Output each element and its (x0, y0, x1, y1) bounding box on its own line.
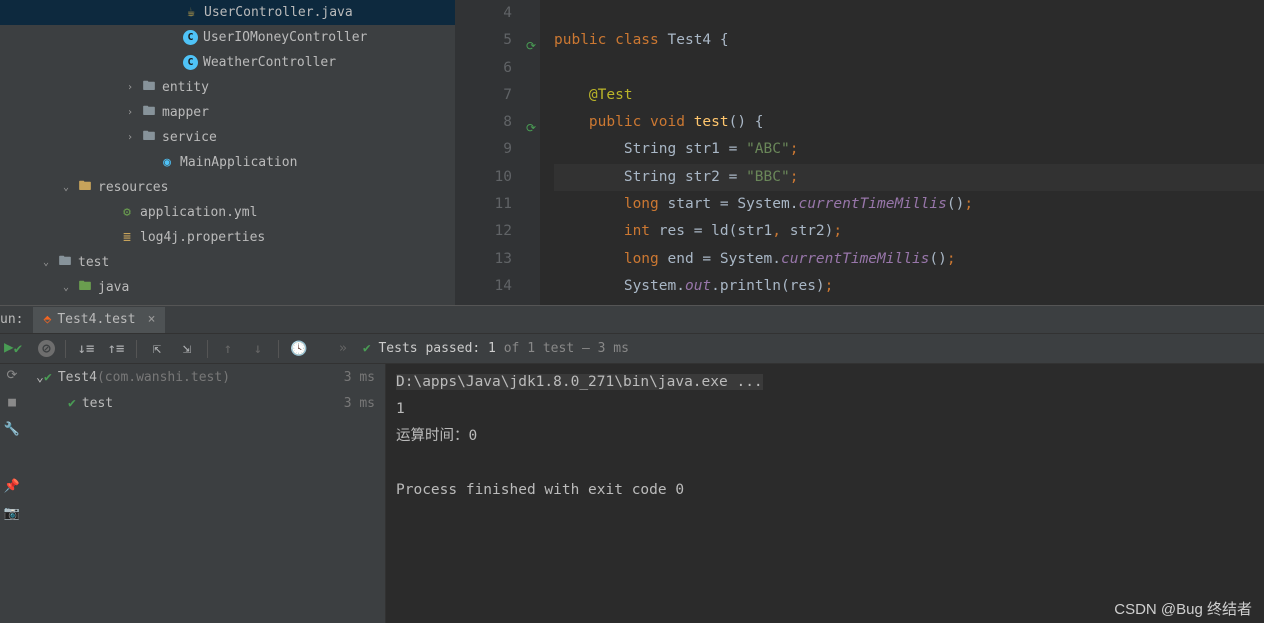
rerun-icon[interactable]: ⟳ (7, 368, 18, 383)
up-arrow-icon[interactable]: ↑ (218, 339, 238, 359)
tree-label: java (98, 280, 129, 295)
chevron-icon: › (124, 132, 136, 143)
sort-up-icon[interactable]: ↑≡ (106, 339, 126, 359)
tree-item[interactable]: ›🖿service (0, 125, 455, 150)
chevron-icon: ⌄ (60, 182, 72, 193)
down-arrow-icon[interactable]: ↓ (248, 339, 268, 359)
tree-item[interactable]: CWeatherController (0, 50, 455, 75)
collapse-icon[interactable]: ⇱ (147, 339, 167, 359)
play-icon[interactable]: ▶ (4, 337, 14, 356)
sort-down-icon[interactable]: ↓≡ (76, 339, 96, 359)
run-tab[interactable]: ⬘ Test4.test × (33, 307, 165, 333)
tree-label: service (162, 130, 217, 145)
tree-item[interactable]: ›🖿entity (0, 75, 455, 100)
code-line[interactable]: public void test() { (554, 109, 1264, 136)
tree-item[interactable]: ◉MainApplication (0, 150, 455, 175)
test-tab-icon: ⬘ (43, 312, 51, 327)
code-line[interactable] (554, 55, 1264, 82)
tree-item[interactable]: ⚙application.yml (0, 200, 455, 225)
tree-item[interactable]: ⌄🖿resources (0, 175, 455, 200)
run-tab-label: Test4.test (57, 312, 135, 327)
history-icon[interactable]: 🕓 (289, 339, 309, 359)
pin-icon[interactable]: 📌 (4, 479, 20, 494)
tree-label: UserIOMoneyController (203, 30, 367, 45)
code-line[interactable] (554, 0, 1264, 27)
stop-icon[interactable]: ■ (8, 395, 16, 410)
test-row[interactable]: ✔test3 ms (24, 390, 385, 416)
tree-item[interactable]: ›🖿mapper (0, 100, 455, 125)
code-line[interactable]: @Test (554, 82, 1264, 109)
chevron-icon: ⌄ (60, 282, 72, 293)
tree-item[interactable]: ☕UserController.java (0, 0, 455, 25)
tree-label: MainApplication (180, 155, 297, 170)
code-line[interactable]: String str2 = "BBC"; (554, 164, 1264, 191)
tree-label: resources (98, 180, 168, 195)
tree-label: application.yml (140, 205, 257, 220)
tree-item[interactable]: ≣log4j.properties (0, 225, 455, 250)
code-line[interactable]: public class Test4 { (554, 27, 1264, 54)
run-panel: un: ⬘ Test4.test × ✔ ⊘ ↓≡ ↑≡ ⇱ ⇲ ↑ ↓ 🕓 »… (0, 305, 1264, 623)
code-line[interactable]: System.out.println(res); (554, 273, 1264, 300)
code-line[interactable]: String str1 = "ABC"; (554, 136, 1264, 163)
tree-label: UserController.java (204, 5, 353, 20)
code-editor[interactable]: 45⟳678⟳91011121314 public class Test4 { … (455, 0, 1264, 305)
code-line[interactable]: long end = System.currentTimeMillis(); (554, 246, 1264, 273)
run-toolbar: ✔ ⊘ ↓≡ ↑≡ ⇱ ⇲ ↑ ↓ 🕓 » ✔ Tests passed: 1 … (0, 334, 1264, 364)
chevron-icon: › (124, 82, 136, 93)
run-tool-label: un: (0, 312, 33, 327)
test-status: ✔ Tests passed: 1 of 1 test – 3 ms (363, 341, 629, 356)
close-icon[interactable]: × (148, 312, 156, 327)
tree-label: mapper (162, 105, 209, 120)
test-row[interactable]: ⌄✔Test4 (com.wanshi.test)3 ms (24, 364, 385, 390)
settings-icon[interactable]: 🔧 (4, 422, 20, 437)
tree-label: WeatherController (203, 55, 336, 70)
tree-item[interactable]: CUserIOMoneyController (0, 25, 455, 50)
noentry-icon[interactable]: ⊘ (38, 340, 55, 357)
run-side-toolbar: ⟳ ■ 🔧 📌 📷 (0, 364, 24, 623)
chevron-icon: ⌄ (40, 257, 52, 268)
tree-label: entity (162, 80, 209, 95)
project-tree[interactable]: ☕UserController.javaCUserIOMoneyControll… (0, 0, 455, 305)
code-line[interactable]: long start = System.currentTimeMillis(); (554, 191, 1264, 218)
chevron-icon: › (124, 107, 136, 118)
check-icon: ✔ (68, 396, 76, 411)
test-results-tree[interactable]: ⌄✔Test4 (com.wanshi.test)3 ms✔test3 ms (24, 364, 386, 623)
tree-item[interactable]: ⌄🖿test (0, 250, 455, 275)
tree-label: test (78, 255, 109, 270)
watermark: CSDN @Bug 终结者 (1114, 598, 1252, 619)
code-line[interactable]: int res = ld(str1, str2); (554, 218, 1264, 245)
expand-icon[interactable]: ⇲ (177, 339, 197, 359)
camera-icon[interactable]: 📷 (4, 506, 20, 521)
check-icon: ✔ (44, 370, 52, 385)
tree-item[interactable]: ⌄🖿java (0, 275, 455, 300)
tree-label: log4j.properties (140, 230, 265, 245)
console-output[interactable]: D:\apps\Java\jdk1.8.0_271\bin\java.exe .… (386, 364, 1264, 623)
